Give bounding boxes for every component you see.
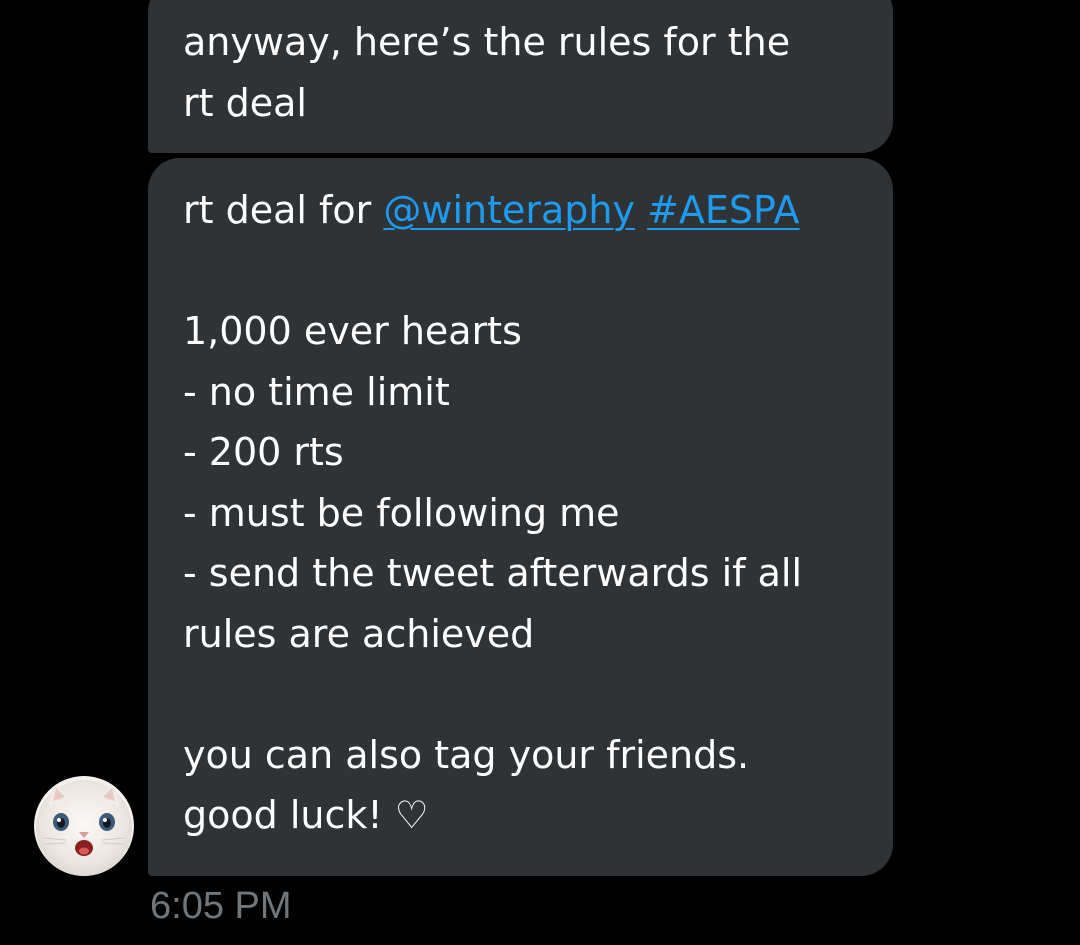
message-text: - send the tweet afterwards if all [183, 551, 803, 595]
message-text: anyway, here’s the rules for the [183, 20, 791, 64]
message-text: rt deal for [183, 188, 384, 232]
message-text: rt deal [183, 80, 307, 125]
mention-link[interactable]: @winteraphy [383, 188, 635, 232]
message-text: 1,000 ever hearts [183, 309, 522, 353]
white-cat-avatar-icon [34, 776, 134, 876]
message-bubble[interactable]: anyway, here’s the rules for the rt deal [148, 0, 893, 153]
message-text: good luck! ♡ [183, 793, 429, 837]
message-bubble[interactable]: rt deal for @winteraphy #AESPA 1,000 eve… [148, 158, 893, 876]
message-intro-line: rt deal for @winteraphy #AESPA [183, 180, 863, 241]
message-text: rules are achieved [183, 611, 535, 656]
avatar[interactable] [34, 776, 134, 876]
message-text: - 200 rts [183, 430, 344, 474]
message-text: - must be following me [183, 490, 620, 535]
message-text: you can also tag your friends. [183, 732, 750, 777]
hashtag-link[interactable]: #AESPA [647, 188, 799, 232]
message-timestamp: 6:05 PM [150, 885, 292, 927]
message-text: - no time limit [183, 369, 450, 414]
